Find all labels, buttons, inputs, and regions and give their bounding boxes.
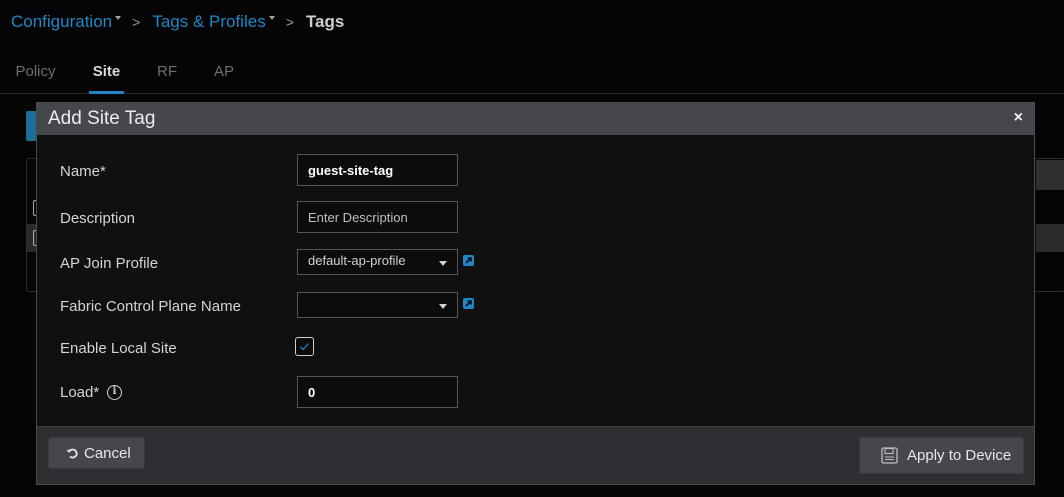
breadcrumb-current: Tags: [305, 12, 345, 31]
breadcrumb-separator: >: [132, 14, 141, 30]
caret-down-icon: [115, 16, 122, 20]
breadcrumb: Configuration > Tags & Profiles > Tags: [11, 11, 344, 33]
name-field[interactable]: [297, 154, 458, 186]
load-field[interactable]: [297, 376, 458, 408]
breadcrumb-separator: >: [285, 14, 294, 30]
ap-join-profile-value: default-ap-profile: [308, 253, 406, 268]
background-row-highlight: [1036, 224, 1064, 252]
enable-local-site-checkbox[interactable]: [295, 337, 314, 356]
tab-rf[interactable]: RF: [157, 62, 177, 94]
external-link-icon[interactable]: [463, 298, 474, 309]
dialog-body: Name* Description AP Join Profile defaul…: [37, 135, 1034, 426]
breadcrumb-tags-profiles[interactable]: Tags & Profiles: [152, 12, 275, 32]
breadcrumb-configuration-label: Configuration: [11, 12, 113, 31]
name-label: Name*: [60, 163, 106, 180]
chevron-down-icon: [439, 261, 447, 266]
cancel-button[interactable]: Cancel: [48, 437, 145, 469]
breadcrumb-configuration[interactable]: Configuration: [11, 12, 122, 32]
dialog-title: Add Site Tag: [48, 108, 156, 129]
tab-site[interactable]: Site: [89, 62, 124, 94]
ap-join-profile-label: AP Join Profile: [60, 255, 159, 272]
ap-join-profile-select[interactable]: default-ap-profile: [297, 249, 458, 275]
undo-icon: [66, 447, 78, 459]
cancel-button-label: Cancel: [84, 444, 131, 462]
load-label: Load*: [60, 384, 100, 401]
info-icon[interactable]: i: [107, 385, 122, 400]
description-field[interactable]: [297, 201, 458, 233]
apply-to-device-button[interactable]: Apply to Device: [859, 437, 1024, 474]
external-link-icon[interactable]: [463, 255, 474, 266]
breadcrumb-tags-profiles-label: Tags & Profiles: [152, 12, 266, 31]
dialog-footer: Cancel Apply to Device: [37, 426, 1034, 484]
caret-down-icon: [268, 16, 275, 20]
add-site-tag-dialog: Add Site Tag × Name* Description AP Join…: [36, 102, 1035, 485]
dialog-header: Add Site Tag ×: [37, 103, 1034, 135]
tab-bar: Policy Site RF AP: [0, 62, 1064, 94]
enable-local-site-label: Enable Local Site: [60, 340, 177, 357]
background-table-header: [1036, 160, 1064, 190]
description-label: Description: [60, 210, 136, 227]
tab-policy[interactable]: Policy: [15, 62, 56, 94]
apply-to-device-label: Apply to Device: [907, 447, 1012, 464]
page: Configuration > Tags & Profiles > Tags P…: [0, 0, 1064, 497]
close-icon[interactable]: ×: [1014, 109, 1023, 127]
fabric-control-plane-select[interactable]: [297, 292, 458, 318]
chevron-down-icon: [439, 304, 447, 309]
save-icon: [881, 447, 898, 464]
fabric-control-plane-label: Fabric Control Plane Name: [60, 298, 241, 315]
tab-ap[interactable]: AP: [213, 62, 235, 94]
